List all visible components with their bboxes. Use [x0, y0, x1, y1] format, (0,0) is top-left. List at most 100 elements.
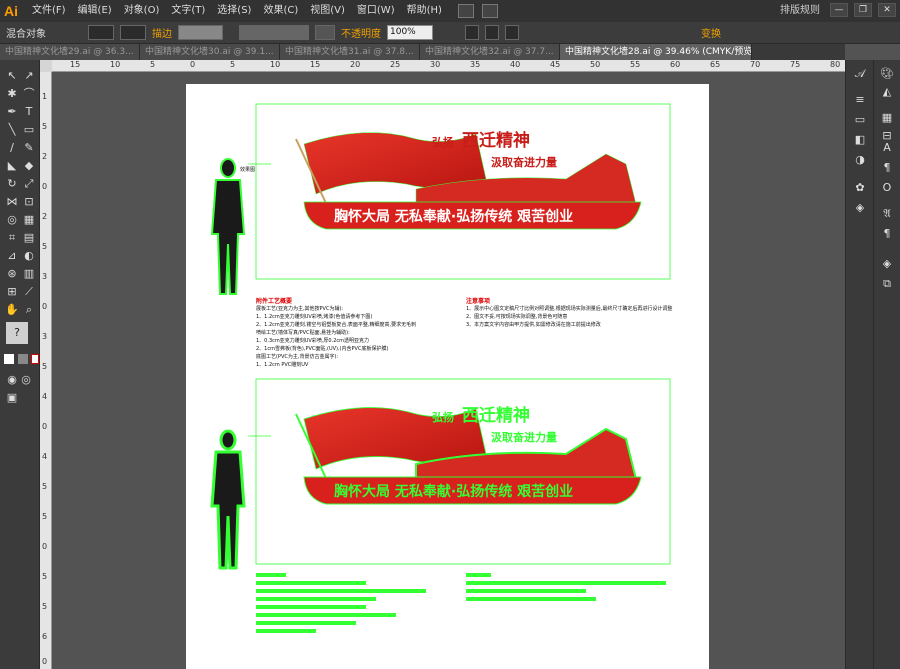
distribute-icon[interactable]: [505, 25, 519, 40]
fill-color-icon[interactable]: [4, 354, 14, 364]
headline-main-outline[interactable]: 西迁精神: [462, 401, 530, 426]
character-panel-icon[interactable]: A: [879, 140, 895, 156]
headline-sub-outline[interactable]: 汲取奋进力量: [491, 429, 557, 445]
transparency-panel-icon[interactable]: ◧: [852, 132, 868, 148]
restore-button[interactable]: ❐: [854, 3, 872, 17]
paragraph-panel-icon[interactable]: ¶: [879, 160, 895, 176]
note-line[interactable]: 2、1cm雪弗板(背色),PVC面贴,(UV),(内含PVC底板保护膜): [256, 345, 388, 352]
headline-prefix-outline[interactable]: 弘扬: [432, 409, 454, 425]
artboards-panel-icon[interactable]: ⧉: [879, 276, 895, 292]
close-button[interactable]: ✕: [878, 3, 896, 17]
ruler-origin[interactable]: [40, 60, 52, 72]
tab-document-28[interactable]: 中国精神文化墙28.ai @ 39.46% (CMYK/预览) ×: [560, 44, 752, 60]
note-line[interactable]: 1、1.2cm PVC雕刻UV: [256, 361, 308, 368]
outlined-text[interactable]: [466, 573, 491, 577]
outlined-text[interactable]: [256, 573, 286, 577]
perspective-grid-tool-icon[interactable]: ▦: [21, 212, 37, 228]
symbol-sprayer-tool-icon[interactable]: ⊛: [4, 266, 20, 282]
opacity-input[interactable]: 100%: [387, 25, 433, 40]
rectangle-tool-icon[interactable]: ▭: [21, 122, 37, 138]
outlined-text[interactable]: [466, 589, 586, 593]
note-line[interactable]: 展板工艺(亚克力为主,其他按PVC为辅):: [256, 305, 343, 312]
brush-definition[interactable]: [315, 25, 335, 40]
outlined-text[interactable]: [256, 597, 376, 601]
variable-width-profile[interactable]: [239, 25, 309, 40]
outlined-text[interactable]: [256, 621, 356, 625]
menu-help[interactable]: 帮助(H): [401, 0, 448, 22]
pencil-tool-icon[interactable]: ✎: [21, 140, 37, 156]
recolor-icon[interactable]: [465, 25, 479, 40]
arrange-documents-icon[interactable]: [481, 4, 498, 18]
type-tool-icon[interactable]: T: [21, 104, 37, 120]
note-line[interactable]: 喷绘工艺(墙体写真/PVC贴面,悬挂为辅助):: [256, 329, 350, 336]
paintbrush-tool-icon[interactable]: ∕: [4, 140, 20, 156]
document-canvas[interactable]: 弘扬 西迁精神 汲取奋进力量 胸怀大局 无私奉献·弘扬传统 艰苦创业 效果图 弘…: [52, 72, 845, 669]
menu-object[interactable]: 对象(O): [118, 0, 166, 22]
transform-label[interactable]: 变换: [701, 25, 721, 40]
fill-stroke-icon[interactable]: ?: [6, 322, 28, 344]
magic-wand-tool-icon[interactable]: ✱: [4, 86, 20, 102]
vertical-ruler[interactable]: 1 5 2 0 2 5 3 0 3 5 4 0 4 5 5 0 5 5 6 0: [40, 72, 52, 669]
menu-window[interactable]: 窗口(W): [351, 0, 401, 22]
layers-panel-icon[interactable]: ◈: [879, 256, 895, 272]
note-line[interactable]: 底图工艺(PVC为主,背景仿古金属字):: [256, 353, 338, 360]
blob-brush-tool-icon[interactable]: ◣: [4, 158, 20, 174]
outlined-text[interactable]: [256, 613, 396, 617]
fill-swatch[interactable]: [88, 25, 114, 40]
free-transform-tool-icon[interactable]: ⊡: [21, 194, 37, 210]
figure-label[interactable]: 效果图: [240, 166, 255, 173]
graphic-styles-panel-icon[interactable]: ◈: [852, 200, 868, 216]
shape-builder-tool-icon[interactable]: ◎: [4, 212, 20, 228]
screen-mode-icon[interactable]: ▣: [4, 390, 20, 406]
note-line[interactable]: 2、1.2cm亚克力雕刻,镂空与铝塑板复合,表面平整,精细度高,要求无毛刺: [256, 321, 416, 328]
menu-type[interactable]: 文字(T): [165, 0, 211, 22]
gradient-tool-icon[interactable]: ▤: [21, 230, 37, 246]
tab-document-30[interactable]: 中国精神文化墙30.ai @ 39.1...: [140, 44, 280, 60]
note-line[interactable]: 1、1.2cm亚克力雕刻UV彩喷,烤漆(色值请参考下图): [256, 313, 372, 320]
menu-edit[interactable]: 编辑(E): [72, 0, 118, 22]
slice-tool-icon[interactable]: ⟋: [21, 284, 37, 300]
width-tool-icon[interactable]: ⋈: [4, 194, 20, 210]
scale-tool-icon[interactable]: ⤢: [21, 176, 37, 192]
none-color-icon[interactable]: [31, 354, 39, 364]
artboard[interactable]: 弘扬 西迁精神 汲取奋进力量 胸怀大局 无私奉献·弘扬传统 艰苦创业 效果图 弘…: [186, 84, 709, 669]
outlined-text[interactable]: [256, 629, 316, 633]
color-guide-panel-icon[interactable]: ◭: [879, 84, 895, 100]
banner-slogan-outline[interactable]: 胸怀大局 无私奉献·弘扬传统 艰苦创业: [334, 481, 573, 501]
bridge-icon[interactable]: [457, 4, 474, 18]
note-line[interactable]: 3、本方案文字内容由甲方提供,如需修改请在施工前提出修改: [466, 321, 601, 328]
symbols-panel-icon[interactable]: ✿: [852, 180, 868, 196]
stroke-weight-field[interactable]: [178, 25, 223, 40]
eraser-tool-icon[interactable]: ◆: [21, 158, 37, 174]
workspace-switcher[interactable]: 排版规则: [780, 0, 820, 22]
align-icon[interactable]: [485, 25, 499, 40]
gradient-color-icon[interactable]: [18, 354, 28, 364]
outlined-text[interactable]: [466, 597, 596, 601]
menu-effect[interactable]: 效果(C): [257, 0, 304, 22]
banner-slogan[interactable]: 胸怀大局 无私奉献·弘扬传统 艰苦创业: [334, 206, 573, 226]
color-panel-icon[interactable]: 🎨︎: [879, 66, 895, 82]
outlined-text[interactable]: [256, 605, 366, 609]
rotate-tool-icon[interactable]: ↻: [4, 176, 20, 192]
outlined-text[interactable]: [256, 589, 426, 593]
blend-tool-icon[interactable]: ◐: [21, 248, 37, 264]
menu-file[interactable]: 文件(F): [26, 0, 72, 22]
pen-tool-icon[interactable]: ✒: [4, 104, 20, 120]
outlined-text[interactable]: [466, 581, 666, 585]
outlined-text[interactable]: [256, 581, 366, 585]
horizontal-ruler[interactable]: 15 10 5 0 5 10 15 20 25 30 35 40 45 50 5…: [52, 60, 845, 72]
stroke-label[interactable]: 描边: [152, 25, 172, 40]
hand-tool-icon[interactable]: ✋: [4, 302, 20, 318]
tab-document-29[interactable]: 中国精神文化墙29.ai @ 36.3...: [0, 44, 140, 60]
note-line[interactable]: 2、图文不妥,可按现场实际调整,背景色可随意: [466, 313, 567, 320]
headline-prefix[interactable]: 弘扬: [432, 134, 454, 150]
artboard-tool-icon[interactable]: ⊞: [4, 284, 20, 300]
tab-document-31[interactable]: 中国精神文化墙31.ai @ 37.8...: [280, 44, 420, 60]
character-styles-panel-icon[interactable]: 𝔄: [879, 206, 895, 222]
headline-sub[interactable]: 汲取奋进力量: [491, 154, 557, 170]
line-tool-icon[interactable]: ╲: [4, 122, 20, 138]
swatches-panel-icon[interactable]: ▦: [879, 110, 895, 126]
column-graph-tool-icon[interactable]: ▥: [21, 266, 37, 282]
note-line[interactable]: 1、展示中心图文定稿尺寸比例对照调整,根据现场实际测量后,最终尺寸确定后再进行设…: [466, 305, 696, 312]
note-line[interactable]: 1、0.3cm亚克力雕刻UV彩喷,厚0.2cm透明亚克力: [256, 337, 369, 344]
